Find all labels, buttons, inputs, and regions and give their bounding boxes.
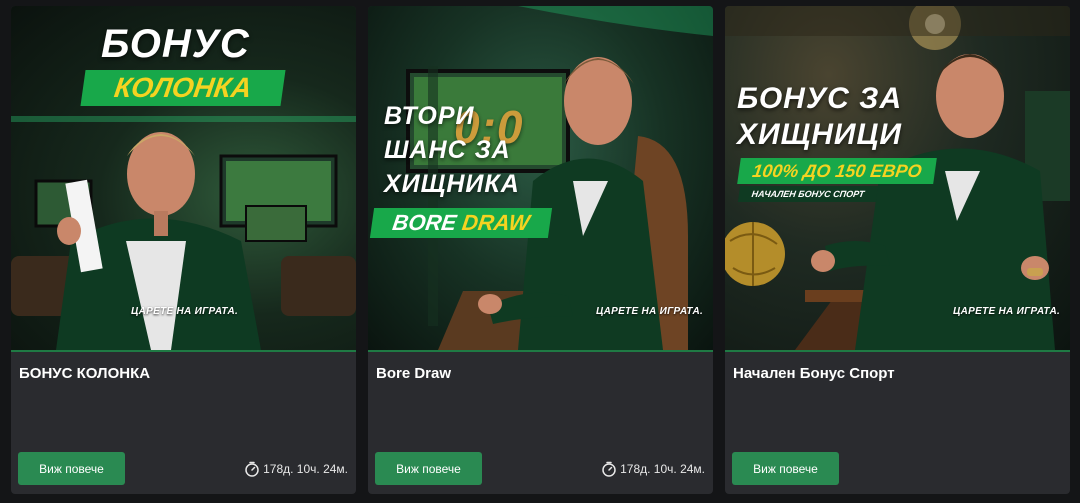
promo-banner-image[interactable]: 0:0 ВТОРИ ШАНС ЗА ХИЩНИКА BORE DRAW ЦАРЕ… [368,6,713,352]
banner-tagline: ЦАРЕТЕ НА ИГРАТА. [596,306,704,317]
promo-card-welcome-sport[interactable]: БОНУС ЗА ХИЩНИЦИ 100% ДО 150 ЕВРО НАЧАЛЕ… [725,6,1070,494]
promo-banner-image[interactable]: БОНУС ЗА ХИЩНИЦИ 100% ДО 150 ЕВРО НАЧАЛЕ… [725,6,1070,352]
banner-tagline: ЦАРЕТЕ НА ИГРАТА. [131,306,239,317]
banner-badge: BORE DRAW [369,208,553,238]
banner-badge: 100% ДО 150 ЕВРО [737,158,937,184]
promo-card-bore-draw[interactable]: 0:0 ВТОРИ ШАНС ЗА ХИЩНИКА BORE DRAW ЦАРЕ… [368,6,713,494]
banner-heading-line1: БОНУС ЗА [737,82,903,115]
banner-heading-line3: ХИЩНИКА [384,170,520,198]
stopwatch-icon [245,461,259,477]
banner-badge: КОЛОНКА [80,70,286,106]
stopwatch-icon [602,461,616,477]
banner-sub-badge: НАЧАЛЕН БОНУС СПОРТ [737,186,879,202]
countdown-text: 178д. 10ч. 24м. [620,462,705,476]
promo-title[interactable]: БОНУС КОЛОНКА [19,365,150,382]
promo-title[interactable]: Начален Бонус Спорт [733,365,895,382]
banner-heading: БОНУС [101,22,250,66]
view-more-button[interactable]: Виж повече [375,452,482,485]
promo-banner-image[interactable]: БОНУС КОЛОНКА ЦАРЕТЕ НА ИГРАТА. [11,6,356,352]
banner-tagline: ЦАРЕТЕ НА ИГРАТА. [953,306,1061,317]
badge-word-2: DRAW [460,210,532,235]
view-more-button[interactable]: Виж повече [732,452,839,485]
view-more-button[interactable]: Виж повече [18,452,125,485]
promo-title[interactable]: Bore Draw [376,365,451,382]
badge-word-1: BORE [390,210,458,235]
banner-heading-line2: ШАНС ЗА [384,136,511,164]
banner-heading-line2: ХИЩНИЦИ [737,118,902,151]
promo-countdown: 178д. 10ч. 24м. [601,461,705,477]
promo-countdown: 178д. 10ч. 24м. [244,461,348,477]
banner-heading-line1: ВТОРИ [384,102,475,130]
promotions-grid: БОНУС КОЛОНКА ЦАРЕТЕ НА ИГРАТА. БОНУС КО… [0,0,1080,503]
countdown-text: 178д. 10ч. 24м. [263,462,348,476]
promo-card-bonus-kolonka[interactable]: БОНУС КОЛОНКА ЦАРЕТЕ НА ИГРАТА. БОНУС КО… [11,6,356,494]
